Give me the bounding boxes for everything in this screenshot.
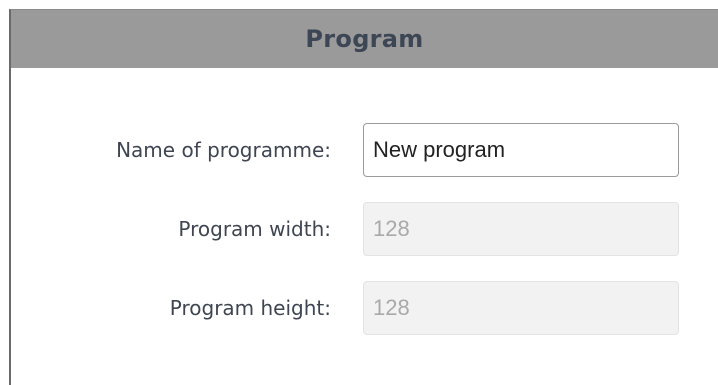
program-width-input [363,202,679,256]
panel-header: Program [11,10,718,68]
program-width-row: Program width: [11,202,711,256]
panel-title: Program [305,25,424,53]
program-name-label: Name of programme: [116,138,331,162]
program-name-row: Name of programme: [11,123,711,177]
program-name-input[interactable] [363,123,679,177]
program-height-row: Program height: [11,281,711,335]
program-height-label: Program height: [169,296,331,320]
program-height-input [363,281,679,335]
program-panel: Program Name of programme: Program width… [9,9,718,385]
page: Program Name of programme: Program width… [0,0,718,385]
program-width-label: Program width: [178,217,331,241]
